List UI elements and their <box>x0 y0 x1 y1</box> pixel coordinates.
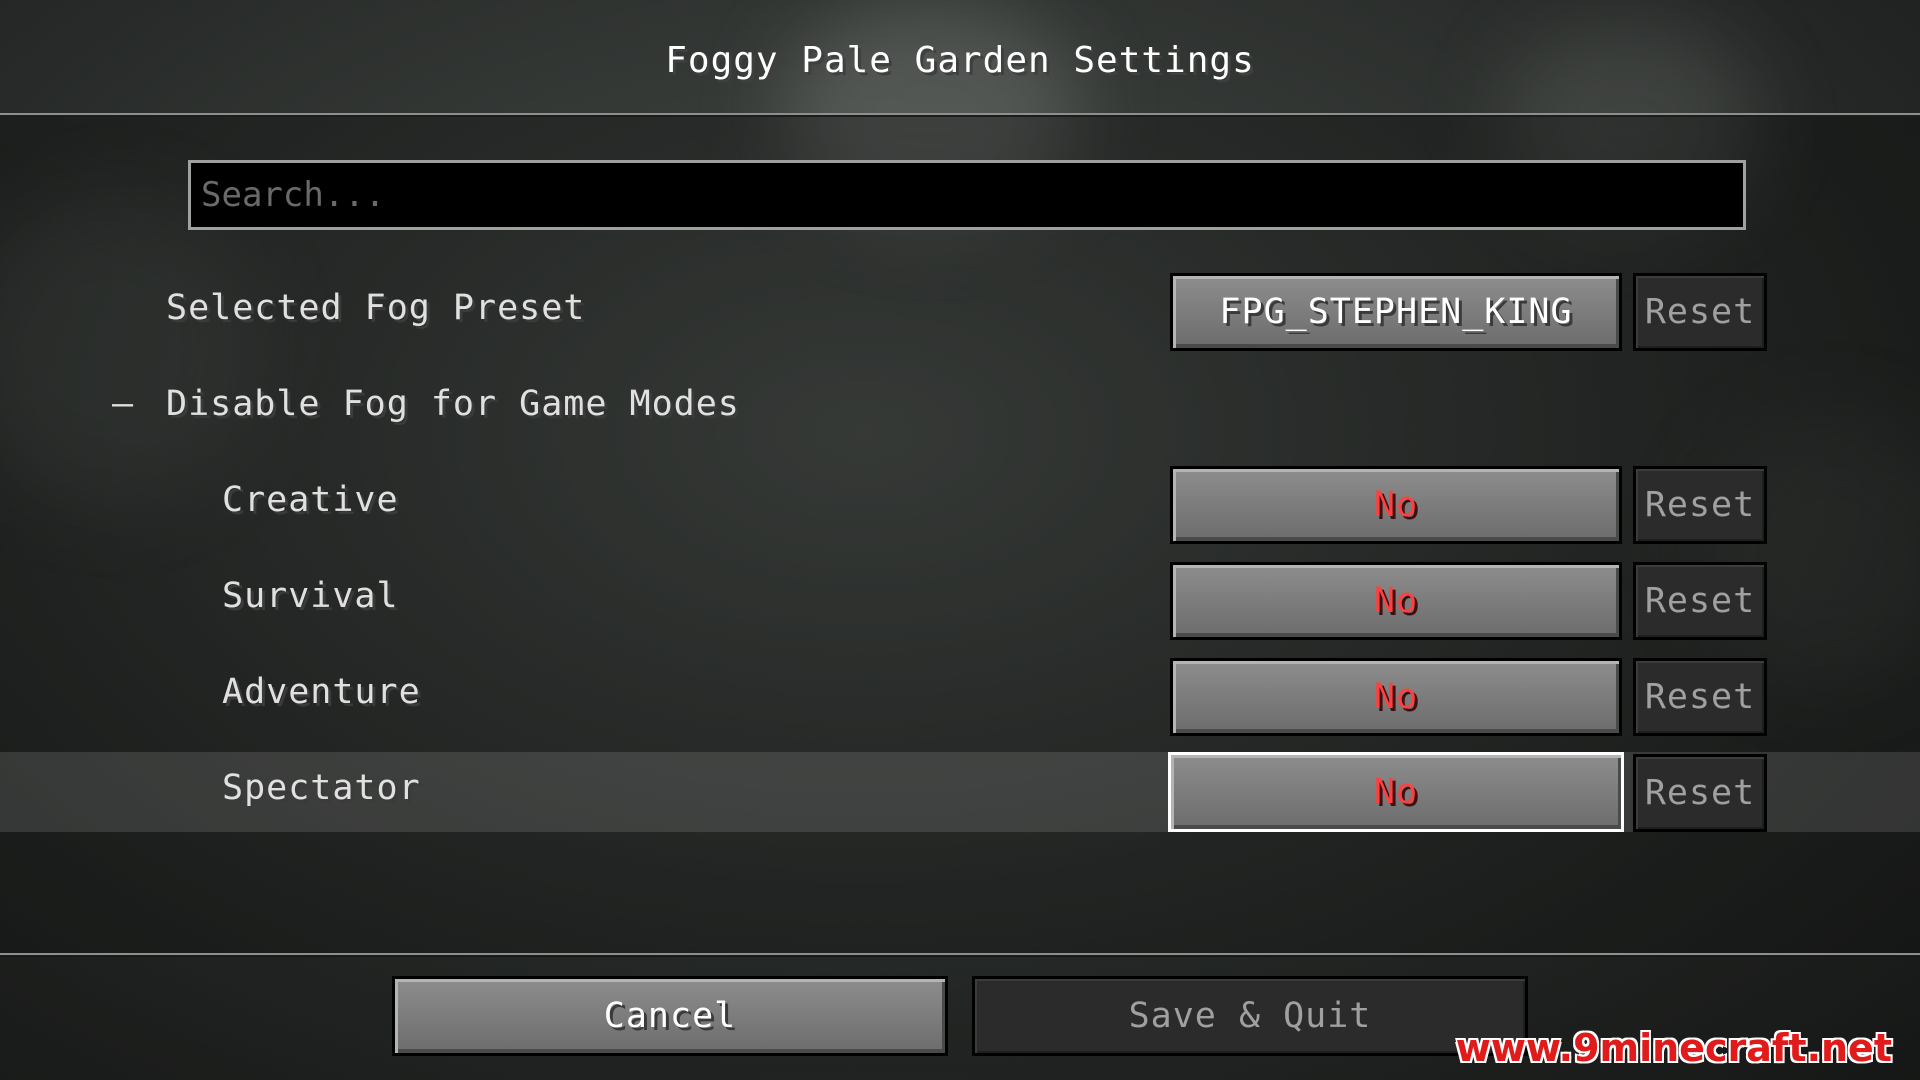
creative-toggle-button[interactable]: No <box>1170 466 1622 544</box>
mode-label-survival: Survival <box>222 576 399 616</box>
mode-label-adventure: Adventure <box>222 672 421 712</box>
mode-label-spectator: Spectator <box>222 768 421 808</box>
spectator-toggle-button[interactable]: No <box>1168 752 1624 832</box>
preset-reset-button[interactable]: Reset <box>1633 273 1767 351</box>
mode-label-creative: Creative <box>222 480 399 520</box>
group-label: Disable Fog for Game Modes <box>166 384 740 424</box>
preset-value-button[interactable]: FPG_STEPHEN_KING <box>1170 273 1622 351</box>
cancel-button[interactable]: Cancel <box>392 976 948 1056</box>
header-divider <box>0 113 1920 115</box>
footer-divider <box>0 953 1920 955</box>
adventure-reset-button[interactable]: Reset <box>1633 658 1767 736</box>
watermark-logo: www.9minecraft.net <box>1455 1026 1892 1070</box>
creative-reset-button[interactable]: Reset <box>1633 466 1767 544</box>
adventure-toggle-button[interactable]: No <box>1170 658 1622 736</box>
screen-title: Foggy Pale Garden Settings <box>665 40 1255 81</box>
save-quit-button[interactable]: Save & Quit <box>972 976 1528 1056</box>
collapse-icon[interactable]: – <box>112 384 133 424</box>
search-input[interactable] <box>188 160 1746 230</box>
spectator-reset-button[interactable]: Reset <box>1633 754 1767 832</box>
survival-reset-button[interactable]: Reset <box>1633 562 1767 640</box>
survival-toggle-button[interactable]: No <box>1170 562 1622 640</box>
preset-label: Selected Fog Preset <box>166 288 586 328</box>
